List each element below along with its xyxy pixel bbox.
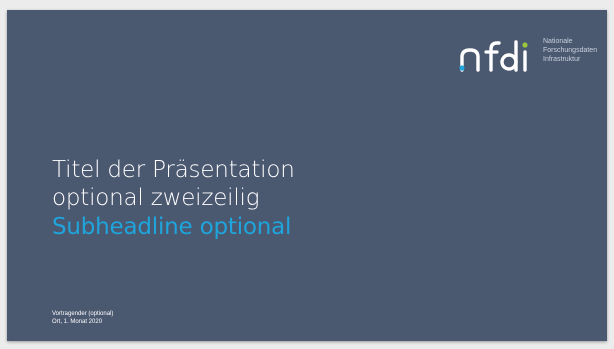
logo-tagline: Nationale Forschungsdaten Infrastruktur [543,37,597,64]
logo-tagline-line-1: Nationale [543,38,573,45]
presenter-info: Vortragender (optional) Ort, 1. Monat 20… [52,310,113,326]
nfdi-logo: Nationale Forschungsdaten Infrastruktur [459,35,597,75]
presentation-place-date: Ort, 1. Monat 2020 [52,319,103,325]
slide-title-line-2: optional zweizeilig [52,185,260,211]
presentation-frame: Nationale Forschungsdaten Infrastruktur … [0,0,614,349]
logo-tagline-line-3: Infrastruktur [543,56,581,63]
nfdi-wordmark-logo-icon [459,40,528,72]
slide-subheadline: Subheadline optional [52,214,292,240]
logo-tagline-line-2: Forschungsdaten [543,47,598,54]
title-slide: Nationale Forschungsdaten Infrastruktur … [7,10,607,341]
presenter-name: Vortragender (optional) [52,311,114,317]
slide-title: Titel der Präsentation optional zweizeil… [52,156,295,212]
slide-title-line-1: Titel der Präsentation [52,157,295,183]
